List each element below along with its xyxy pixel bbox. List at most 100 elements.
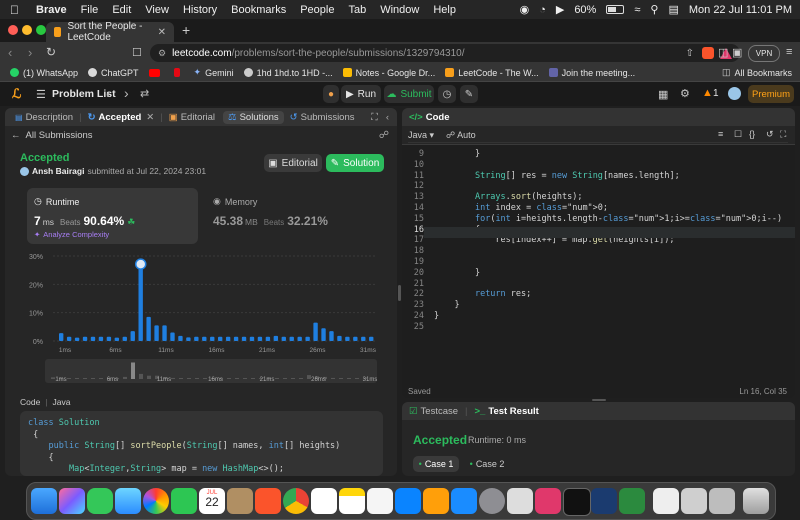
- bar[interactable]: [210, 336, 215, 341]
- editorial-button[interactable]: ▣ Editorial: [264, 154, 322, 172]
- chrome-icon[interactable]: [283, 488, 309, 514]
- bookmark-netflix[interactable]: [173, 68, 184, 77]
- menu-people[interactable]: People: [300, 4, 334, 16]
- bookmark-meeting[interactable]: Join the meeting...: [548, 68, 635, 78]
- menu-tab[interactable]: Tab: [348, 4, 366, 16]
- bar[interactable]: [186, 337, 191, 341]
- bar[interactable]: [265, 336, 271, 341]
- analyze-complexity-link[interactable]: ✦ Analyze Complexity: [34, 230, 109, 239]
- user-avatar[interactable]: [728, 87, 741, 100]
- layout-grid-icon[interactable]: ▦: [658, 88, 668, 101]
- brave-shields-icon[interactable]: [702, 47, 714, 59]
- wireshark-icon[interactable]: [591, 488, 617, 514]
- site-info-icon[interactable]: ⚙: [158, 48, 166, 59]
- next-problem-icon[interactable]: ›: [124, 85, 129, 101]
- menu-window[interactable]: Window: [380, 4, 419, 16]
- messages-icon[interactable]: [87, 488, 113, 514]
- share-icon[interactable]: ⇧: [686, 48, 694, 59]
- menu-kebab-icon[interactable]: ≡: [786, 46, 792, 58]
- wallet-icon[interactable]: ▣: [732, 46, 742, 59]
- bar[interactable]: [329, 331, 334, 341]
- bar[interactable]: [138, 263, 143, 341]
- bar[interactable]: [218, 336, 223, 341]
- bookmark-google-drive[interactable]: Notes - Google Dr...: [342, 68, 435, 78]
- bookmark-youtube[interactable]: [148, 68, 164, 77]
- notes-app-icon[interactable]: [339, 488, 365, 514]
- bar[interactable]: [90, 336, 96, 341]
- close-tab-icon[interactable]: ✕: [146, 112, 154, 123]
- bar[interactable]: [233, 336, 239, 341]
- bar[interactable]: [106, 336, 112, 341]
- bar[interactable]: [146, 316, 151, 341]
- forward-icon[interactable]: ›: [28, 45, 32, 60]
- prev-problem-icon[interactable]: ‹: [106, 85, 111, 101]
- bar[interactable]: [66, 336, 72, 341]
- control-center-icon[interactable]: ▤: [668, 3, 678, 16]
- screenshots-stack-icon[interactable]: [709, 488, 735, 514]
- bar[interactable]: [154, 325, 159, 341]
- brave-icon[interactable]: [255, 488, 281, 514]
- timer-icon[interactable]: ◷: [438, 85, 456, 103]
- bar[interactable]: [345, 336, 350, 341]
- bar[interactable]: [249, 336, 255, 341]
- menu-help[interactable]: Help: [433, 4, 456, 16]
- downloads-stack-icon[interactable]: [653, 488, 679, 514]
- bar[interactable]: [98, 336, 104, 341]
- username[interactable]: Ansh Bairagi: [32, 166, 84, 176]
- fullscreen-icon[interactable]: ⛶: [780, 129, 786, 140]
- bar[interactable]: [337, 335, 342, 341]
- menu-history[interactable]: History: [183, 4, 217, 16]
- tab-testcase[interactable]: ☑ Testcase: [409, 406, 458, 417]
- launchpad-icon[interactable]: [59, 488, 85, 514]
- tab-submissions[interactable]: ↺ Submissions: [290, 112, 355, 123]
- menu-file[interactable]: File: [81, 4, 99, 16]
- tab-editorial[interactable]: ▣ Editorial: [169, 112, 215, 123]
- calendar-icon[interactable]: JUL 22: [199, 488, 225, 514]
- case-2-tab[interactable]: • Case 2: [464, 456, 510, 472]
- menu-edit[interactable]: Edit: [112, 4, 131, 16]
- debug-icon[interactable]: ●: [323, 85, 339, 103]
- finder-icon[interactable]: [31, 488, 57, 514]
- bar[interactable]: [130, 331, 135, 341]
- bar[interactable]: [59, 333, 64, 341]
- battery-icon[interactable]: [606, 5, 625, 14]
- documents-stack-icon[interactable]: [681, 488, 707, 514]
- bar[interactable]: [170, 332, 175, 342]
- terminal-app-icon[interactable]: [563, 488, 591, 516]
- tab-test-result[interactable]: >_ Test Result: [475, 406, 539, 417]
- panel-resize-handle[interactable]: [398, 285, 401, 301]
- braces-icon[interactable]: {}: [749, 129, 755, 139]
- battery-percent[interactable]: 60%: [574, 4, 596, 16]
- pages-icon[interactable]: [423, 488, 449, 514]
- bar[interactable]: [257, 336, 263, 341]
- play-icon[interactable]: ▶: [556, 3, 564, 16]
- facetime-icon[interactable]: [171, 488, 197, 514]
- bookmark-1hd[interactable]: 1hd 1hd.to 1HD -...: [243, 68, 333, 78]
- close-tab-icon[interactable]: ✕: [158, 27, 166, 38]
- bar[interactable]: [241, 336, 247, 341]
- bookmark-leetcode[interactable]: LeetCode - The W...: [445, 68, 539, 78]
- all-bookmarks[interactable]: ◫ All Bookmarks: [722, 67, 792, 78]
- bar[interactable]: [74, 337, 80, 341]
- code-editor[interactable]: 9 } 10 11 String[] res = new String[names.…: [402, 142, 795, 381]
- bar[interactable]: [114, 337, 120, 341]
- clock-datetime[interactable]: Mon 22 Jul 11:01 PM: [689, 4, 792, 16]
- app-store-icon[interactable]: [451, 488, 477, 514]
- solution-button[interactable]: ✎ Solution: [326, 154, 384, 172]
- mail-icon[interactable]: [115, 488, 141, 514]
- bookmark-gemini[interactable]: ✦ Gemini: [194, 67, 234, 78]
- headphones-icon[interactable]: ◔: [539, 4, 546, 16]
- vpn-status-icon[interactable]: ◉: [520, 3, 530, 16]
- tab-solutions[interactable]: ⚖ Solutions: [223, 110, 284, 124]
- preview-icon[interactable]: [507, 488, 533, 514]
- window-close-button[interactable]: [8, 25, 18, 35]
- keynote-icon[interactable]: [395, 488, 421, 514]
- share-link-icon[interactable]: ☍: [379, 130, 389, 141]
- contacts-icon[interactable]: [227, 488, 253, 514]
- bar[interactable]: [361, 336, 366, 341]
- memory-card[interactable]: ◉ Memory 45.38 MB Beats 32.21%: [208, 188, 379, 244]
- trash-icon[interactable]: [743, 488, 769, 514]
- window-minimize-button[interactable]: [22, 25, 32, 35]
- bar[interactable]: [194, 336, 199, 341]
- bar[interactable]: [289, 336, 294, 341]
